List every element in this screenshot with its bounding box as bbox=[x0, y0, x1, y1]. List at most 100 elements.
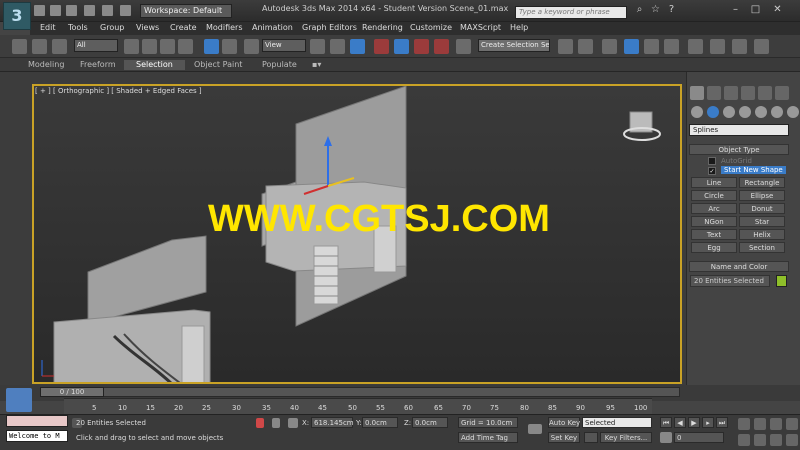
select-and-move-icon[interactable] bbox=[204, 39, 219, 54]
unlink-icon[interactable] bbox=[32, 39, 47, 54]
named-selection-set-select[interactable]: Create Selection Se bbox=[478, 39, 550, 52]
link-icon[interactable] bbox=[12, 39, 27, 54]
workspace-select[interactable]: Workspace: Default bbox=[140, 4, 232, 18]
object-category-select[interactable]: Splines bbox=[689, 124, 789, 136]
select-object-icon[interactable] bbox=[124, 39, 139, 54]
field-of-view-icon[interactable] bbox=[738, 434, 750, 446]
viewport-label[interactable]: [ + ] [ Orthographic ] [ Shaded + Edged … bbox=[35, 87, 202, 95]
menu-group[interactable]: Group bbox=[100, 23, 124, 32]
zoom-extents-all-icon[interactable] bbox=[786, 418, 798, 430]
reference-coordinate-select[interactable]: View bbox=[262, 39, 306, 52]
go-to-start-icon[interactable]: ⏮ bbox=[660, 417, 672, 428]
menu-rendering[interactable]: Rendering bbox=[362, 23, 403, 32]
menu-help[interactable]: Help bbox=[510, 23, 528, 32]
menu-create[interactable]: Create bbox=[170, 23, 197, 32]
time-slider-handle[interactable]: 0 / 100 bbox=[40, 387, 104, 397]
circle-button[interactable]: Circle bbox=[691, 190, 737, 201]
curve-editor-icon[interactable] bbox=[644, 39, 659, 54]
play-icon[interactable]: ▶ bbox=[688, 417, 700, 428]
tab-freeform[interactable]: Freeform bbox=[80, 60, 116, 69]
tab-modeling[interactable]: Modeling bbox=[28, 60, 64, 69]
hierarchy-tab-icon[interactable] bbox=[724, 86, 738, 100]
menu-maxscript[interactable]: MAXScript bbox=[460, 23, 501, 32]
mini-curve-editor-icon[interactable] bbox=[6, 388, 32, 412]
arc-button[interactable]: Arc bbox=[691, 203, 737, 214]
motion-tab-icon[interactable] bbox=[741, 86, 755, 100]
schematic-view-icon[interactable] bbox=[664, 39, 679, 54]
zoom-all-icon[interactable] bbox=[754, 418, 766, 430]
go-to-end-icon[interactable]: ⏭ bbox=[716, 417, 728, 428]
key-selection-select[interactable]: Selected bbox=[582, 417, 652, 428]
maximize-icon[interactable]: □ bbox=[748, 3, 763, 17]
project-folder-icon[interactable] bbox=[120, 5, 131, 16]
object-color-swatch[interactable] bbox=[776, 275, 787, 287]
menu-edit[interactable]: Edit bbox=[40, 23, 56, 32]
utilities-tab-icon[interactable] bbox=[775, 86, 789, 100]
name-and-color-rollout[interactable]: Name and Color bbox=[689, 261, 789, 272]
render-production-icon[interactable] bbox=[754, 39, 769, 54]
set-key-button[interactable]: Set Key bbox=[548, 432, 580, 443]
tab-populate[interactable]: Populate bbox=[262, 60, 297, 69]
time-slider-track[interactable] bbox=[40, 387, 680, 397]
align-icon[interactable] bbox=[578, 39, 593, 54]
minimize-icon[interactable]: – bbox=[728, 3, 743, 17]
default-in-out-tangent-icon[interactable] bbox=[584, 432, 598, 443]
text-button[interactable]: Text bbox=[691, 229, 737, 240]
spinner-snap-icon[interactable] bbox=[434, 39, 449, 54]
snaps-toggle-icon[interactable] bbox=[374, 39, 389, 54]
save-file-icon[interactable] bbox=[66, 5, 77, 16]
graphite-toggle-icon[interactable] bbox=[624, 39, 639, 54]
maxscript-output[interactable]: Welcome to M bbox=[6, 430, 68, 442]
zoom-extents-icon[interactable] bbox=[770, 418, 782, 430]
select-and-rotate-icon[interactable] bbox=[222, 39, 237, 54]
key-filters-button[interactable]: Key Filters... bbox=[600, 432, 652, 443]
menu-animation[interactable]: Animation bbox=[252, 23, 293, 32]
selection-lock-toggle-icon[interactable] bbox=[272, 418, 280, 428]
layer-manager-icon[interactable] bbox=[602, 39, 617, 54]
orbit-icon[interactable] bbox=[770, 434, 782, 446]
material-editor-icon[interactable] bbox=[688, 39, 703, 54]
start-new-shape-checkbox[interactable]: ✓ bbox=[708, 167, 716, 175]
autogrid-checkbox[interactable] bbox=[708, 157, 716, 165]
ellipse-button[interactable]: Ellipse bbox=[739, 190, 785, 201]
star-button[interactable]: Star bbox=[739, 216, 785, 227]
pivot-center-icon[interactable] bbox=[310, 39, 325, 54]
percent-snap-icon[interactable] bbox=[414, 39, 429, 54]
edit-named-selection-icon[interactable] bbox=[456, 39, 471, 54]
shapes-icon[interactable] bbox=[707, 106, 719, 118]
start-new-shape-label[interactable]: Start New Shape bbox=[721, 166, 786, 174]
x-coordinate-field[interactable]: 618.145cm bbox=[311, 417, 354, 428]
tab-selection[interactable]: Selection bbox=[124, 60, 185, 70]
infocenter-icon[interactable]: ☆ bbox=[648, 3, 663, 17]
next-frame-icon[interactable]: ▸ bbox=[702, 417, 714, 428]
add-time-tag-button[interactable]: Add Time Tag bbox=[458, 432, 518, 443]
absolute-mode-icon[interactable] bbox=[288, 418, 298, 428]
current-frame-field[interactable]: 0 bbox=[674, 432, 724, 443]
undo-icon[interactable] bbox=[84, 5, 95, 16]
rendered-frame-window-icon[interactable] bbox=[732, 39, 747, 54]
zoom-icon[interactable] bbox=[738, 418, 750, 430]
open-file-icon[interactable] bbox=[50, 5, 61, 16]
menu-customize[interactable]: Customize bbox=[410, 23, 452, 32]
new-file-icon[interactable] bbox=[34, 5, 45, 16]
line-button[interactable]: Line bbox=[691, 177, 737, 188]
select-by-name-icon[interactable] bbox=[142, 39, 157, 54]
menu-views[interactable]: Views bbox=[136, 23, 159, 32]
tab-object-paint[interactable]: Object Paint bbox=[194, 60, 242, 69]
window-crossing-icon[interactable] bbox=[178, 39, 193, 54]
display-tab-icon[interactable] bbox=[758, 86, 772, 100]
angle-snap-icon[interactable] bbox=[394, 39, 409, 54]
set-key-mode-icon[interactable] bbox=[528, 424, 542, 434]
object-name-field[interactable]: 20 Entities Selected bbox=[690, 275, 770, 287]
create-tab-icon[interactable] bbox=[690, 86, 704, 100]
key-mode-toggle-icon[interactable] bbox=[660, 432, 672, 443]
ribbon-options-icon[interactable]: ▪▾ bbox=[312, 60, 321, 69]
search-input[interactable]: Type a keyword or phrase bbox=[515, 6, 627, 19]
selection-filter-select[interactable]: All bbox=[74, 39, 118, 52]
redo-icon[interactable] bbox=[102, 5, 113, 16]
menu-graph-editors[interactable]: Graph Editors bbox=[302, 23, 357, 32]
systems-icon[interactable] bbox=[787, 106, 799, 118]
space-warps-icon[interactable] bbox=[771, 106, 783, 118]
isolate-selection-icon[interactable] bbox=[256, 418, 264, 428]
geometry-icon[interactable] bbox=[691, 106, 703, 118]
